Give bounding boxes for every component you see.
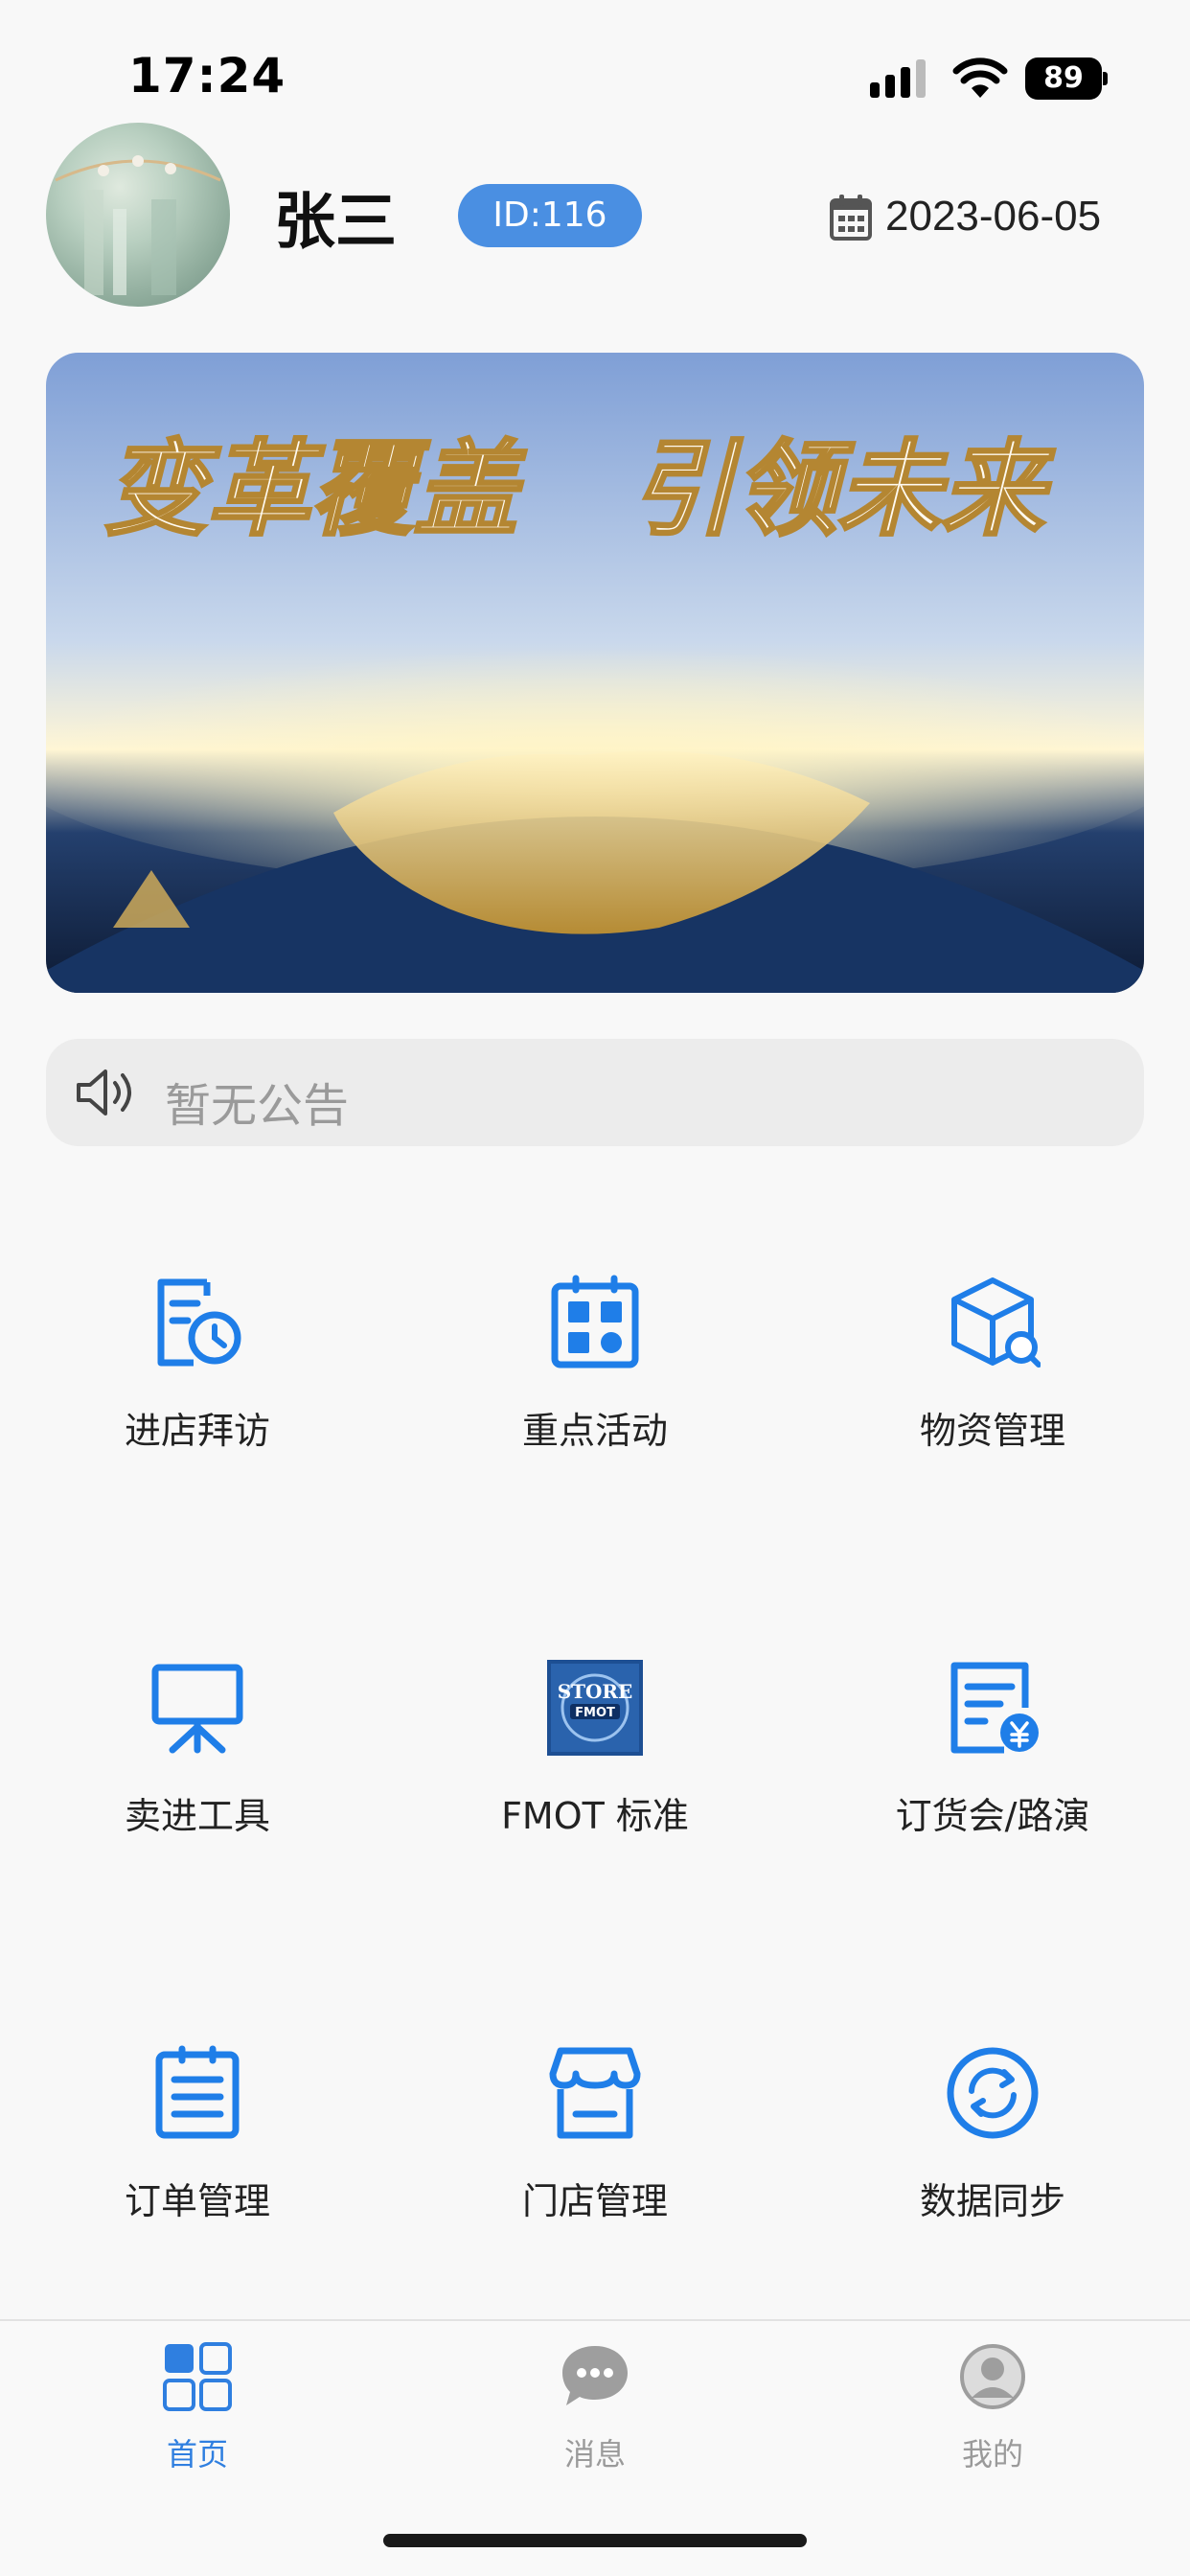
- battery-level: 89: [1025, 58, 1102, 100]
- key-activity-icon: [551, 1275, 639, 1368]
- avatar[interactable]: [46, 123, 230, 307]
- fmot-store-logo: STORE FMOT: [547, 1660, 643, 1756]
- menu-item-data-sync[interactable]: 数据同步: [849, 2045, 1136, 2266]
- menu-item-materials[interactable]: 物资管理: [849, 1275, 1136, 1495]
- menu-label: 重点活动: [521, 1410, 668, 1452]
- menu-item-fmot[interactable]: STORE FMOT FMOT 标准: [451, 1660, 739, 1880]
- menu-item-stores[interactable]: 门店管理: [451, 2045, 739, 2266]
- tab-label: 消息: [563, 2436, 626, 2472]
- tab-label: 我的: [961, 2436, 1023, 2472]
- banner-image: 变革覆盖 引领未来: [46, 353, 1144, 993]
- menu-label: 物资管理: [919, 1410, 1065, 1452]
- clipboard-list-icon: [155, 2045, 240, 2139]
- promo-banner[interactable]: 变革覆盖 引领未来: [46, 353, 1144, 993]
- menu-label: 卖进工具: [124, 1795, 270, 1837]
- menu-label: 门店管理: [521, 2180, 668, 2222]
- menu-label: 订单管理: [124, 2180, 270, 2222]
- svg-text:FMOT: FMOT: [575, 1706, 615, 1720]
- store-visit-icon: [157, 1278, 241, 1367]
- menu-label: 订货会/路演: [895, 1795, 1090, 1837]
- tab-profile[interactable]: 我的: [897, 2342, 1088, 2486]
- home-grid-icon: [163, 2342, 232, 2411]
- notice-bar[interactable]: 暂无公告: [46, 1039, 1144, 1146]
- menu-item-sales-tools[interactable]: 卖进工具: [54, 1660, 341, 1880]
- menu-item-key-activity[interactable]: 重点活动: [451, 1275, 739, 1495]
- order-invoice-icon: [950, 1662, 1039, 1754]
- profile-icon: [960, 2344, 1025, 2409]
- cellular-signal-icon: [870, 59, 926, 98]
- menu-item-order-meeting[interactable]: 订货会/路演: [849, 1660, 1136, 1880]
- avatar-photo: [55, 155, 221, 295]
- status-bar: 17:24 89: [0, 0, 1190, 144]
- menu-item-store-visit[interactable]: 进店拜访: [54, 1275, 341, 1495]
- presentation-board-icon: [151, 1664, 243, 1754]
- date-display: 2023-06-05: [830, 188, 1101, 245]
- battery-indicator: 89: [1025, 58, 1108, 100]
- calendar-icon: [830, 195, 872, 241]
- tab-home[interactable]: 首页: [102, 2342, 293, 2486]
- svg-text:STORE: STORE: [558, 1680, 633, 1703]
- tab-label: 首页: [166, 2436, 228, 2472]
- status-time: 17:24: [128, 48, 286, 104]
- banner-slogan-right: 引领未来: [630, 429, 1056, 550]
- menu-label: 进店拜访: [124, 1410, 270, 1452]
- home-indicator[interactable]: [383, 2534, 807, 2547]
- menu-label: FMOT 标准: [501, 1795, 689, 1837]
- menu-label: 数据同步: [919, 2180, 1065, 2222]
- sync-icon: [947, 2047, 1039, 2139]
- date-text: 2023-06-05: [885, 193, 1102, 240]
- banner-slogan-left: 变革覆盖: [103, 429, 527, 550]
- speaker-icon: [77, 1070, 131, 1116]
- menu-item-orders[interactable]: 订单管理: [54, 2045, 341, 2266]
- user-name: 张三: [274, 187, 397, 258]
- notice-text: 暂无公告: [165, 1079, 350, 1133]
- tab-messages[interactable]: 消息: [499, 2342, 691, 2486]
- wifi-icon: [952, 58, 1008, 98]
- battery-tip: [1103, 72, 1108, 85]
- user-id-badge: ID:116: [458, 184, 642, 247]
- materials-box-icon: [951, 1277, 1041, 1368]
- message-bubble-icon: [562, 2346, 628, 2405]
- storefront-icon: [549, 2047, 641, 2139]
